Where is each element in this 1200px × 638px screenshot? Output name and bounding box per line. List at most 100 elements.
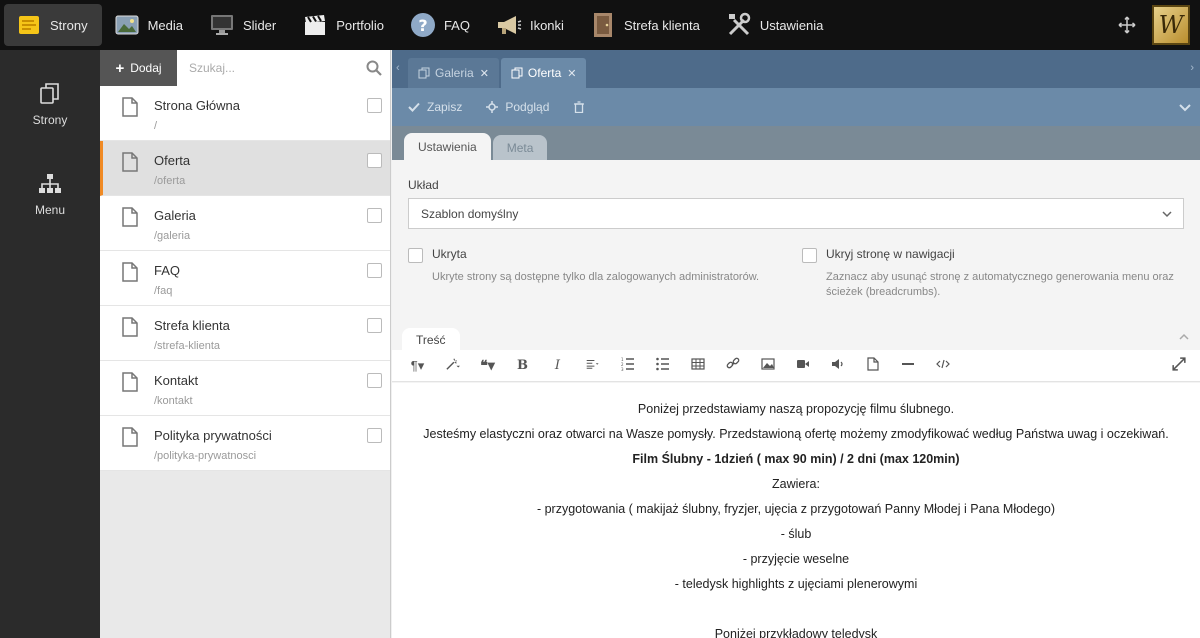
paragraph-format-button[interactable]: ¶▾ bbox=[400, 354, 435, 378]
page-list-item-selected[interactable]: Oferta/oferta bbox=[100, 141, 390, 196]
page-url: /kontakt bbox=[154, 395, 193, 407]
sidebar-item-label: Strony bbox=[32, 113, 68, 127]
page-select-checkbox[interactable] bbox=[367, 208, 382, 223]
topnav-item-ikonki[interactable]: Ikonki bbox=[484, 0, 578, 50]
sidebar-item-strony[interactable]: Strony bbox=[0, 68, 100, 140]
tab-label: Galeria bbox=[435, 66, 474, 80]
audio-button[interactable] bbox=[820, 354, 855, 378]
quote-button[interactable]: ❝▾ bbox=[470, 354, 505, 378]
hide-in-nav-title: Ukryj stronę w nawigacji bbox=[826, 247, 955, 261]
topnav-item-slider[interactable]: Slider bbox=[197, 0, 290, 50]
content-paragraph bbox=[392, 603, 1200, 628]
topnav-item-media[interactable]: Media bbox=[102, 0, 197, 50]
content-paragraph: Zawiera: bbox=[772, 477, 820, 491]
topnav-label: FAQ bbox=[443, 17, 470, 33]
file-icon bbox=[122, 317, 140, 337]
paragraph-icon: ¶▾ bbox=[410, 357, 425, 373]
page-url: / bbox=[154, 120, 158, 132]
file-icon bbox=[122, 207, 140, 227]
hide-in-nav-description: Zaznacz aby usunąć stronę z automatyczne… bbox=[826, 271, 1174, 298]
page-list-item[interactable]: Galeria/galeria bbox=[100, 196, 390, 251]
file-icon bbox=[122, 152, 140, 172]
layout-label: Układ bbox=[408, 178, 439, 192]
sidebar-item-menu[interactable]: Menu bbox=[0, 158, 100, 230]
door-icon bbox=[590, 12, 616, 38]
page-select-checkbox[interactable] bbox=[367, 153, 382, 168]
ordered-list-icon: 123 bbox=[621, 357, 635, 374]
page-select-checkbox[interactable] bbox=[367, 428, 382, 443]
hidden-checkbox[interactable] bbox=[408, 248, 423, 263]
page-select-checkbox[interactable] bbox=[367, 98, 382, 113]
fullscreen-button[interactable] bbox=[1161, 354, 1196, 378]
left-sidebar: Strony Menu bbox=[0, 50, 100, 638]
italic-button[interactable]: I bbox=[540, 354, 575, 378]
editor-tab-galeria[interactable]: Galeria ✕ bbox=[408, 58, 499, 88]
page-url: /strefa-klienta bbox=[154, 340, 221, 352]
search-icon[interactable] bbox=[366, 60, 382, 76]
ordered-list-button[interactable]: 123 bbox=[610, 354, 645, 378]
link-button[interactable] bbox=[715, 354, 750, 378]
tab-tresc[interactable]: Treść bbox=[402, 328, 460, 352]
pages-icon bbox=[418, 67, 430, 79]
style-button[interactable] bbox=[435, 354, 470, 378]
top-navigation-bar: Strony Media Slider Portfolio ? FAQ Ikon… bbox=[0, 0, 1200, 50]
tab-ustawienia[interactable]: Ustawienia bbox=[404, 133, 491, 160]
page-list-item[interactable]: Strona Główna / bbox=[100, 86, 390, 141]
settings-tabs: Ustawienia Meta bbox=[392, 126, 1200, 160]
page-list-item[interactable]: FAQ/faq bbox=[100, 251, 390, 306]
preview-label: Podgląd bbox=[505, 100, 550, 114]
scroll-tabs-right-icon[interactable]: › bbox=[1190, 62, 1194, 74]
page-select-checkbox[interactable] bbox=[367, 318, 382, 333]
close-tab-icon[interactable]: ✕ bbox=[567, 67, 576, 80]
brand-logo[interactable]: W bbox=[1152, 5, 1190, 45]
html-code-button[interactable] bbox=[925, 354, 960, 378]
topnav-item-strony[interactable]: Strony bbox=[4, 4, 102, 46]
page-select-checkbox[interactable] bbox=[367, 263, 382, 278]
delete-button[interactable] bbox=[573, 101, 592, 114]
editor-toolbar: ¶▾ ❝▾ B I 123 bbox=[392, 350, 1200, 382]
scroll-tabs-left-icon[interactable]: ‹ bbox=[396, 62, 400, 74]
page-list-item[interactable]: Kontakt/kontakt bbox=[100, 361, 390, 416]
file-button[interactable] bbox=[855, 354, 890, 378]
topnav-item-strefa-klienta[interactable]: Strefa klienta bbox=[578, 0, 714, 50]
image-button[interactable] bbox=[750, 354, 785, 378]
topnav-item-ustawienia[interactable]: Ustawienia bbox=[714, 0, 838, 50]
video-button[interactable] bbox=[785, 354, 820, 378]
content-editor[interactable]: Poniżej przedstawiamy naszą propozycję f… bbox=[392, 383, 1200, 638]
topnav-item-faq[interactable]: ? FAQ bbox=[398, 0, 484, 50]
add-page-button[interactable]: + Dodaj bbox=[100, 50, 177, 86]
hide-in-nav-checkbox[interactable] bbox=[802, 248, 817, 263]
save-button[interactable]: Zapisz bbox=[408, 100, 462, 114]
save-label: Zapisz bbox=[427, 100, 463, 114]
topnav-label: Slider bbox=[243, 17, 277, 33]
horizontal-rule-button[interactable] bbox=[890, 354, 925, 378]
preview-button[interactable]: Podgląd bbox=[486, 100, 549, 114]
pages-icon bbox=[511, 67, 523, 79]
page-list-item[interactable]: Polityka prywatności/polityka-prywatnosc… bbox=[100, 416, 390, 471]
topnav-item-portfolio[interactable]: Portfolio bbox=[290, 0, 398, 50]
plus-icon: + bbox=[115, 59, 125, 77]
content-paragraph: Film Ślubny - 1dzień ( max 90 min) / 2 d… bbox=[632, 452, 960, 466]
magic-wand-icon bbox=[445, 357, 460, 374]
layout-select[interactable]: Szablon domyślny bbox=[408, 198, 1184, 229]
bold-icon: B bbox=[517, 358, 528, 373]
horizontal-line-icon bbox=[901, 357, 915, 374]
search-input[interactable] bbox=[177, 50, 390, 86]
svg-text:3: 3 bbox=[621, 367, 624, 371]
page-list-item[interactable]: Strefa klienta/strefa-klienta bbox=[100, 306, 390, 361]
editor-tab-oferta[interactable]: Oferta ✕ bbox=[500, 58, 587, 88]
file-icon bbox=[122, 97, 140, 117]
chevron-down-icon[interactable] bbox=[1178, 100, 1192, 114]
close-tab-icon[interactable]: ✕ bbox=[480, 67, 489, 80]
table-button[interactable] bbox=[680, 354, 715, 378]
image-icon bbox=[760, 357, 775, 374]
page-select-checkbox[interactable] bbox=[367, 373, 382, 388]
chevron-down-icon bbox=[1161, 208, 1173, 220]
hidden-option: Ukryta Ukryte strony są dostępne tylko d… bbox=[408, 247, 802, 300]
align-button[interactable] bbox=[575, 354, 610, 378]
unordered-list-button[interactable] bbox=[645, 354, 680, 378]
bold-button[interactable]: B bbox=[505, 354, 540, 378]
drag-move-icon[interactable] bbox=[1112, 10, 1142, 40]
chevron-up-icon[interactable] bbox=[1177, 330, 1191, 344]
tab-meta[interactable]: Meta bbox=[492, 135, 548, 160]
